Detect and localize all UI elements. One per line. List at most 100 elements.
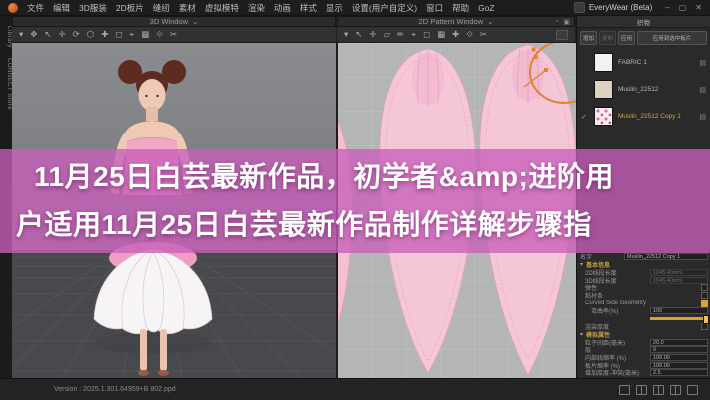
menu-sewing[interactable]: 缝纫 (153, 2, 170, 14)
tool-icon-polygon[interactable]: ▱ (384, 29, 391, 40)
banner-text-line1: 11月25日白芸最新作品，初学者&amp;进阶用 (16, 153, 694, 201)
menu-style[interactable]: 样式 (300, 2, 317, 14)
layout-single-icon[interactable] (619, 385, 630, 395)
layer-input[interactable]: 0 (650, 346, 708, 353)
tool-icon-grid[interactable]: ▦ (141, 29, 149, 40)
curvature-input[interactable]: 100 (650, 307, 708, 314)
chevron-down-icon[interactable]: ⌄ (487, 17, 493, 26)
tool-icon-add[interactable]: ✚ (452, 29, 459, 40)
menu-animation[interactable]: 动画 (274, 2, 291, 14)
tool-icon-pen[interactable]: ✏ (397, 29, 404, 40)
banner-text-line2: 户适用11月25日白芸最新作品制作详解步骤指 (16, 201, 694, 249)
everywear-icon (574, 2, 585, 13)
tool-icon-scissors[interactable]: ✂ (480, 29, 487, 40)
connect-store-tab[interactable]: CONNECT Store (0, 58, 12, 110)
particle-distance-input[interactable]: 20.0 (650, 339, 708, 346)
window-layout-presets (619, 385, 698, 395)
menu-window[interactable]: 窗口 (426, 2, 443, 14)
tool-icon-menu[interactable]: ▾ (344, 29, 348, 40)
2d-length-input: 1045.4(mm) (650, 269, 708, 276)
tool-icon-gizmo[interactable]: ⟐ (156, 29, 163, 40)
menu-file[interactable]: 文件 (27, 2, 44, 14)
chevron-down-icon[interactable]: ⌄ (192, 17, 198, 26)
menu-help[interactable]: 帮助 (452, 2, 469, 14)
fabric-swatch (594, 53, 613, 72)
tool-icon-target[interactable]: ⌖ (411, 29, 416, 40)
menu-3d-garment[interactable]: 3D服装 (79, 2, 107, 14)
maximize-icon[interactable]: ▢ (679, 3, 687, 12)
curvature-slider[interactable] (650, 317, 708, 320)
tool-icon-target[interactable]: ⌖ (129, 29, 134, 40)
viewport-maximize-icon[interactable]: ▣ (563, 18, 570, 26)
layout-quad-icon[interactable] (670, 385, 681, 395)
elastic-checkbox[interactable] (701, 284, 708, 291)
menu-goz[interactable]: GoZ (478, 3, 495, 13)
minimize-icon[interactable]: – (665, 3, 669, 12)
3d-window-title: 3D Window (150, 17, 188, 26)
tool-icon-select[interactable]: ↖ (44, 29, 51, 40)
tool-icon-select[interactable]: ↖ (355, 29, 362, 40)
2d-pattern-window-titlebar[interactable]: 2D Pattern Window ⌄ ▫ ▣ (337, 16, 575, 27)
menu-display[interactable]: 显示 (326, 2, 343, 14)
tool-icon-add[interactable]: ✚ (101, 29, 108, 40)
tool-icon-grid[interactable]: ▦ (437, 29, 445, 40)
collision-thickness-input[interactable]: 2.5 (650, 369, 708, 376)
menu-edit[interactable]: 编辑 (53, 2, 70, 14)
library-tab[interactable]: Library (0, 26, 12, 48)
fabric-list-item[interactable]: Muslin_22512 ▤ (577, 76, 710, 103)
3d-window-titlebar[interactable]: 3D Window ⌄ (12, 16, 336, 27)
menu-material[interactable]: 素材 (179, 2, 196, 14)
tool-icon-mesh[interactable]: ⬡ (87, 29, 94, 40)
tool-icon-pin[interactable]: ✛ (59, 29, 66, 40)
face (139, 79, 166, 111)
tool-icon-scissors[interactable]: ✂ (170, 29, 177, 40)
fabric-tab[interactable]: 织物 (577, 16, 710, 28)
property-editor: 名字 Muslin_22512 Copy 1 ▾ 基本信息 2D线段长度 104… (577, 253, 710, 377)
garment-icon[interactable] (556, 30, 568, 40)
layout-split-icon[interactable] (636, 385, 647, 395)
app-logo-icon (8, 3, 18, 13)
menu-avatar[interactable]: 虚拟模特 (205, 2, 239, 14)
layout-split2-icon[interactable] (653, 385, 664, 395)
menu-render[interactable]: 渲染 (248, 2, 265, 14)
check-icon: ✓ (581, 113, 589, 121)
tool-icon-box[interactable]: ◻ (115, 29, 122, 40)
section-arrow-icon: ▾ (580, 331, 583, 338)
dress-skirt[interactable] (94, 242, 212, 334)
bonding-checkbox[interactable] (701, 292, 708, 299)
tool-icon-menu[interactable]: ▾ (19, 29, 23, 40)
tool-icon-move[interactable]: ✛ (369, 29, 376, 40)
tool-icon-move[interactable]: ✥ (30, 29, 37, 40)
fabric-settings-icon[interactable]: ▤ (699, 113, 706, 121)
fabric-settings-icon[interactable]: ▤ (699, 86, 706, 94)
3d-toolbar: ▾ ✥ ↖ ✛ ⟳ ⬡ ✚ ◻ ⌖ ▦ ⟐ ✂ (12, 27, 336, 43)
fabric-list-item[interactable]: FABRIC 1 ▤ (577, 49, 710, 76)
leg-right (160, 329, 167, 371)
internal-line-shrink-input[interactable]: 100.00 (650, 354, 708, 361)
menu-bar: 文件 编辑 3D服装 2D板片 缝纫 素材 虚拟模特 渲染 动画 样式 显示 设… (0, 0, 710, 16)
2d-window-title: 2D Pattern Window (419, 17, 484, 26)
fabric-swatch (594, 80, 613, 99)
copy-fabric-button[interactable]: 复制 (599, 31, 616, 45)
tool-icon-gizmo[interactable]: ⟐ (466, 29, 473, 40)
apply-fabric-button[interactable]: 应用 (618, 31, 635, 45)
fabric-list-item-selected[interactable]: ✓ Muslin_22512 Copy 1 ▤ (577, 103, 710, 130)
title-banner-overlay: 11月25日白芸最新作品，初学者&amp;进阶用 户适用11月25日白芸最新作品… (0, 149, 710, 253)
apply-to-selected-button[interactable]: 应用到选中板片 (637, 31, 707, 45)
status-bar: Version : 2025.1.301.64959+B 802.ppd (0, 378, 710, 400)
layout-full-icon[interactable] (687, 385, 698, 395)
tool-icon-rotate[interactable]: ⟳ (73, 29, 80, 40)
curved-side-geometry-checkbox[interactable] (701, 300, 708, 307)
viewport-layout-icon[interactable]: ▫ (556, 18, 558, 26)
tool-icon-box[interactable]: ◻ (423, 29, 430, 40)
menu-2d-pattern[interactable]: 2D板片 (116, 2, 144, 14)
pattern-shrink-input[interactable]: 100.00 (650, 362, 708, 369)
section-arrow-icon: ▾ (580, 261, 583, 268)
fabric-settings-icon[interactable]: ▤ (699, 59, 706, 67)
everywear-window: 文件 编辑 3D服装 2D板片 缝纫 素材 虚拟模特 渲染 动画 样式 显示 设… (0, 0, 710, 400)
name-input[interactable]: Muslin_22512 Copy 1 (624, 253, 708, 260)
close-icon[interactable]: ✕ (695, 3, 702, 12)
add-fabric-button[interactable]: 增加 (580, 31, 597, 45)
menu-settings[interactable]: 设置(用户自定义) (352, 2, 417, 14)
fabric-list: FABRIC 1 ▤ Muslin_22512 ▤ ✓ Muslin_22512… (577, 47, 710, 130)
